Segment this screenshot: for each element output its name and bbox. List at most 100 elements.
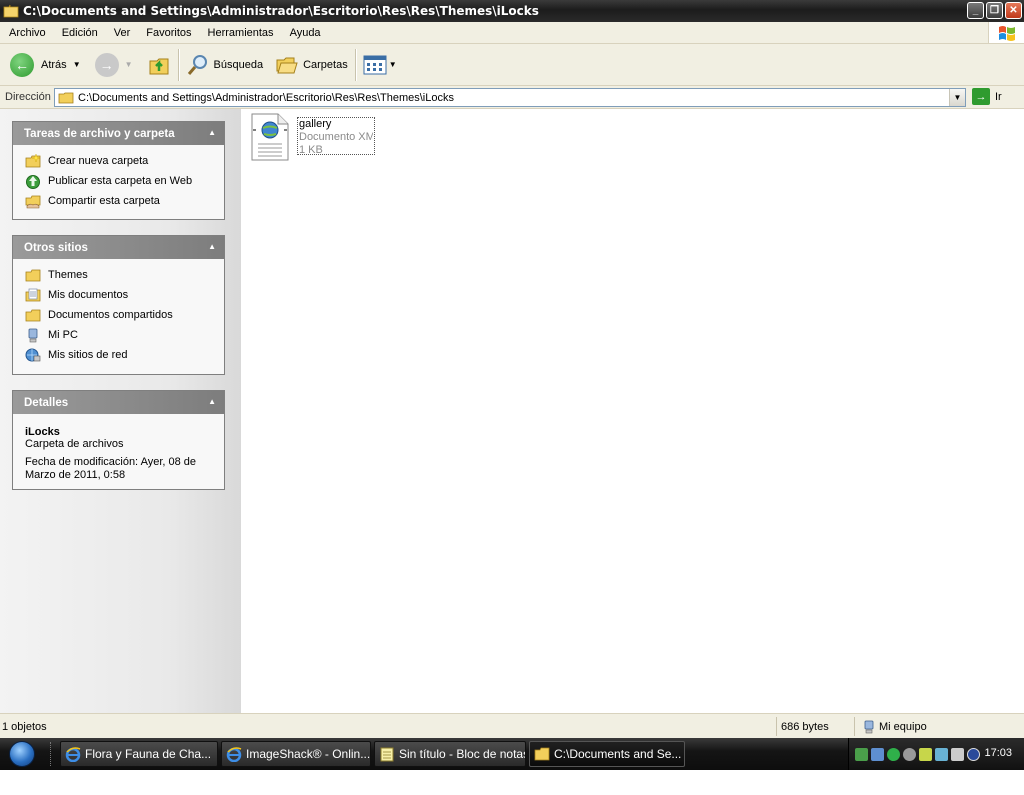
place-my-documents[interactable]: Mis documentos	[25, 285, 224, 305]
screen-margin	[0, 770, 1024, 795]
task-button-explorer[interactable]: C:\Documents and Se...	[529, 741, 685, 767]
window-title: C:\Documents and Settings\Administrador\…	[23, 4, 539, 18]
menu-archivo[interactable]: Archivo	[0, 22, 54, 44]
collapse-icon[interactable]: ▲	[208, 397, 216, 406]
menu-bar: Archivo Edición Ver Favoritos Herramient…	[0, 22, 1024, 44]
task-publish-web[interactable]: Publicar esta carpeta en Web	[25, 171, 224, 191]
views-button[interactable]: ▼	[359, 48, 401, 82]
task-button-flora[interactable]: Flora y Fauna de Cha...	[60, 741, 218, 767]
nvidia-tray-icon[interactable]	[919, 747, 932, 761]
views-icon	[363, 55, 387, 74]
task-share-folder[interactable]: Compartir esta carpeta	[25, 191, 224, 211]
connection-tray-icon[interactable]	[935, 747, 948, 761]
notepad-icon	[380, 747, 394, 762]
ie-icon	[65, 747, 81, 762]
task-new-folder[interactable]: Crear nueva carpeta	[25, 151, 224, 171]
taskbar-grip[interactable]	[50, 742, 54, 766]
forward-button[interactable]: → ▼	[91, 48, 137, 82]
back-label: Atrás	[41, 58, 67, 71]
views-dropdown-icon[interactable]: ▼	[389, 60, 397, 69]
clock[interactable]: 17:03	[984, 747, 1012, 759]
panel-title: Tareas de archivo y carpeta	[24, 127, 175, 140]
file-list-view[interactable]: gallery Documento XML 1 KB	[241, 109, 1024, 713]
collapse-icon[interactable]: ▲	[208, 128, 216, 137]
taskbar: Flora y Fauna de Cha... ImageShack® - On…	[0, 738, 1024, 770]
details-header[interactable]: Detalles ▲	[13, 391, 224, 414]
file-size: 1 KB	[299, 144, 323, 156]
share-folder-icon	[25, 195, 41, 208]
app-tray-icon[interactable]	[903, 747, 916, 761]
file-item-gallery[interactable]: gallery Documento XML 1 KB	[250, 113, 375, 161]
antivirus-tray-icon[interactable]	[967, 747, 980, 761]
search-label: Búsqueda	[213, 58, 264, 71]
place-themes[interactable]: Themes	[25, 265, 224, 285]
folders-label: Carpetas	[303, 58, 348, 71]
folder-icon	[58, 92, 74, 103]
search-button[interactable]: Búsqueda	[182, 48, 268, 82]
address-input[interactable]: C:\Documents and Settings\Administrador\…	[54, 88, 966, 107]
address-value: C:\Documents and Settings\Administrador\…	[78, 91, 454, 104]
folders-icon	[276, 57, 298, 73]
status-bar: 1 objetos 686 bytes Mi equipo	[0, 713, 1024, 738]
place-label: Mis documentos	[48, 289, 129, 301]
folders-button[interactable]: Carpetas	[271, 48, 352, 82]
place-label: Mis sitios de red	[48, 349, 128, 361]
status-size: 686 bytes	[781, 720, 829, 733]
details-type: Carpeta de archivos	[25, 438, 124, 450]
place-my-computer[interactable]: Mi PC	[25, 325, 224, 345]
panel-title: Detalles	[24, 396, 69, 409]
place-network[interactable]: Mis sitios de red	[25, 345, 224, 365]
minimize-button[interactable]: _	[967, 2, 984, 19]
file-tasks-header[interactable]: Tareas de archivo y carpeta ▲	[13, 122, 224, 145]
toolbar: ← Atrás ▼ → ▼ Búsqueda Carpetas ▼	[0, 44, 1024, 86]
forward-dropdown-icon[interactable]: ▼	[125, 60, 133, 69]
menu-ayuda[interactable]: Ayuda	[282, 22, 329, 44]
go-button[interactable]: → Ir	[972, 88, 1002, 105]
collapse-icon[interactable]: ▲	[208, 242, 216, 251]
task-label: Flora y Fauna de Cha...	[85, 747, 212, 761]
details-panel: Detalles ▲ iLocks Carpeta de archivos Fe…	[12, 390, 225, 490]
other-places-header[interactable]: Otros sitios ▲	[13, 236, 224, 259]
back-dropdown-icon[interactable]: ▼	[73, 60, 81, 69]
other-places-panel: Otros sitios ▲ Themes Mis documentos Doc…	[12, 235, 225, 375]
details-modified-line2: Marzo de 2011, 0:58	[25, 469, 126, 481]
task-label: ImageShack® - Onlin...	[246, 747, 371, 761]
up-folder-button[interactable]	[143, 48, 175, 82]
back-button[interactable]: ← Atrás ▼	[6, 48, 85, 82]
task-pane: Tareas de archivo y carpeta ▲ Crear nuev…	[0, 109, 241, 713]
folder-icon	[534, 747, 550, 761]
address-dropdown-icon[interactable]: ▼	[949, 89, 965, 106]
network-tray-icon[interactable]	[871, 747, 884, 761]
messenger-tray-icon[interactable]	[855, 747, 868, 761]
place-shared-documents[interactable]: Documentos compartidos	[25, 305, 224, 325]
toolbar-separator	[354, 48, 356, 81]
restore-button[interactable]: ❐	[986, 2, 1003, 19]
volume-tray-icon[interactable]	[951, 747, 964, 761]
my-computer-icon	[864, 720, 874, 733]
task-button-notepad[interactable]: Sin título - Bloc de notas	[374, 741, 526, 767]
status-divider	[776, 717, 777, 736]
go-label: Ir	[995, 90, 1002, 103]
status-object-count: 1 objetos	[2, 720, 47, 733]
folder-icon	[3, 4, 19, 18]
up-folder-icon	[149, 58, 169, 74]
start-button[interactable]	[0, 738, 44, 770]
menu-herramientas[interactable]: Herramientas	[200, 22, 282, 44]
my-documents-icon	[25, 288, 41, 301]
close-button[interactable]: ✕	[1005, 2, 1022, 19]
menu-ver[interactable]: Ver	[106, 22, 139, 44]
status-location-label: Mi equipo	[879, 720, 927, 733]
publish-web-icon	[26, 174, 40, 189]
file-tasks-panel: Tareas de archivo y carpeta ▲ Crear nuev…	[12, 121, 225, 220]
title-bar: C:\Documents and Settings\Administrador\…	[0, 0, 1024, 22]
details-modified-line1: Fecha de modificación: Ayer, 08 de	[25, 456, 197, 468]
windows-logo-icon	[988, 22, 1024, 43]
menu-edicion[interactable]: Edición	[54, 22, 106, 44]
task-button-imageshack[interactable]: ImageShack® - Onlin...	[221, 741, 371, 767]
my-computer-icon	[28, 328, 38, 342]
folder-icon	[25, 269, 41, 281]
status-tray-icon[interactable]	[887, 747, 900, 761]
place-label: Documentos compartidos	[48, 309, 173, 321]
menu-favoritos[interactable]: Favoritos	[138, 22, 199, 44]
task-label: Sin título - Bloc de notas	[399, 747, 526, 761]
